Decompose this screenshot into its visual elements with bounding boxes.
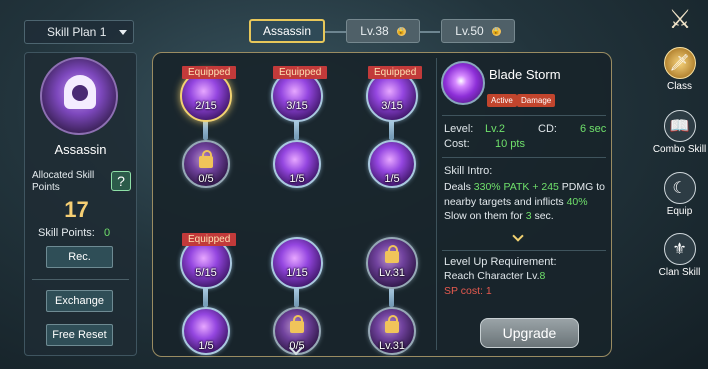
- skill-node-level: 2/15: [195, 100, 217, 112]
- exchange-button[interactable]: Exchange: [46, 290, 113, 312]
- lock-icon: 🔒: [396, 26, 406, 36]
- skill-title: Blade Storm: [489, 67, 561, 82]
- allocated-points-label: Allocated Skill Points: [32, 170, 95, 193]
- level-label: Level:: [444, 123, 474, 135]
- nav-clan-skill-label: Clan Skill: [658, 267, 701, 278]
- free-reset-button[interactable]: Free Reset: [46, 324, 113, 346]
- upgrade-button[interactable]: Upgrade: [480, 318, 579, 348]
- skill-node-level: 3/15: [286, 100, 308, 112]
- skill-intro-text: Deals 330% PATK + 245 PDMG to nearby tar…: [444, 180, 606, 224]
- skill-node-level: 1/5: [289, 173, 305, 185]
- skill-node[interactable]: [271, 237, 323, 289]
- skill-points-label: Skill Points:: [38, 227, 95, 239]
- nav-equip[interactable]: ☾ Equip: [651, 172, 708, 217]
- intro-text: Slow on them for: [444, 210, 526, 222]
- nav-combo-skill[interactable]: 📖 Combo Skill: [651, 110, 708, 155]
- nav-clan-skill[interactable]: ⚜ Clan Skill: [651, 233, 708, 278]
- skill-node-level: Lv.31: [378, 267, 406, 279]
- skill-node-level: 1/15: [286, 267, 308, 279]
- requirement-text: Reach Character Lv.: [444, 270, 540, 282]
- nav-class-label: Class: [666, 81, 692, 92]
- divider: [442, 250, 606, 251]
- intro-text: Deals: [444, 181, 474, 193]
- level-value: Lv.2: [485, 123, 505, 135]
- crest-icon: ⚜: [663, 233, 696, 265]
- equipped-badge: Equipped: [368, 66, 423, 79]
- equipped-badge: Equipped: [182, 233, 237, 246]
- intro-value: 40%: [566, 195, 588, 208]
- lock-icon: [385, 245, 399, 263]
- skill-node-level: 1/5: [384, 173, 400, 185]
- active-badge: Active: [487, 94, 517, 107]
- requirement-value: 8: [539, 270, 546, 282]
- skill-points-value: 0: [104, 227, 111, 239]
- equipped-badge: Equipped: [273, 66, 328, 79]
- skill-plan-label: Skill Plan 1: [47, 25, 107, 39]
- tab-lv38[interactable]: Lv.38 🔒: [346, 19, 420, 43]
- requirement-character-level: Reach Character Lv.8: [444, 270, 545, 282]
- divider: [442, 157, 606, 158]
- recommend-button-label: Rec.: [68, 251, 91, 263]
- nav-combo-skill-label: Combo Skill: [652, 144, 707, 155]
- tab-lv38-label: Lv.38: [360, 24, 389, 38]
- nav-class[interactable]: 🗡 Class: [651, 47, 708, 92]
- requirement-text: SP cost:: [444, 285, 486, 297]
- class-name: Assassin: [54, 142, 107, 157]
- lock-icon: [290, 315, 304, 333]
- crescent-icon: ☾: [663, 172, 696, 204]
- equipped-badge: Equipped: [182, 66, 237, 79]
- allocated-points-value: 17: [64, 197, 89, 222]
- chevron-down-icon: [119, 30, 127, 35]
- damage-badge: Damage: [517, 94, 556, 107]
- skill-node-level: 1/5: [198, 340, 214, 352]
- lock-icon: 🔒: [491, 26, 501, 36]
- requirement-sp-cost: SP cost: 1: [444, 285, 492, 297]
- divider: [32, 279, 129, 280]
- skill-intro-label: Skill Intro:: [444, 165, 493, 177]
- intro-value: 330% PATK + 245: [473, 181, 559, 193]
- requirement-title: Level Up Requirement:: [444, 256, 557, 268]
- sword-icon: 🗡: [663, 47, 696, 79]
- nav-equip-label: Equip: [666, 206, 693, 217]
- exchange-button-label: Exchange: [55, 295, 104, 307]
- help-button[interactable]: ?: [111, 171, 131, 191]
- cost-value: 10 pts: [495, 138, 525, 150]
- lock-icon: [199, 150, 213, 168]
- cd-label: CD:: [538, 123, 557, 135]
- lock-icon: [385, 315, 399, 333]
- free-reset-button-label: Free Reset: [52, 329, 107, 341]
- divider: [436, 58, 437, 350]
- skill-node-level: Lv.31: [378, 340, 406, 352]
- tab-lv50[interactable]: Lv.50 🔒: [441, 19, 515, 43]
- skill-plan-dropdown[interactable]: Skill Plan 1: [24, 20, 134, 44]
- cost-label: Cost:: [444, 138, 470, 150]
- book-icon: 📖: [663, 110, 696, 142]
- tab-assassin[interactable]: Assassin: [249, 19, 325, 43]
- assassin-emblem-icon: [40, 57, 118, 135]
- skill-node-level: 0/5: [198, 173, 214, 185]
- crossed-swords-icon[interactable]: ⚔: [664, 4, 696, 34]
- blade-storm-skill-icon: [441, 61, 485, 105]
- tab-lv50-label: Lv.50: [455, 24, 484, 38]
- skill-node-level: 5/15: [195, 267, 217, 279]
- recommend-button[interactable]: Rec.: [46, 246, 113, 268]
- divider: [442, 115, 606, 116]
- intro-text: sec.: [531, 210, 554, 222]
- requirement-value: 1: [485, 285, 492, 297]
- upgrade-button-label: Upgrade: [502, 325, 557, 341]
- tab-assassin-label: Assassin: [262, 24, 312, 38]
- skill-node-level: 3/15: [381, 100, 403, 112]
- cd-value: 6 sec: [580, 123, 607, 135]
